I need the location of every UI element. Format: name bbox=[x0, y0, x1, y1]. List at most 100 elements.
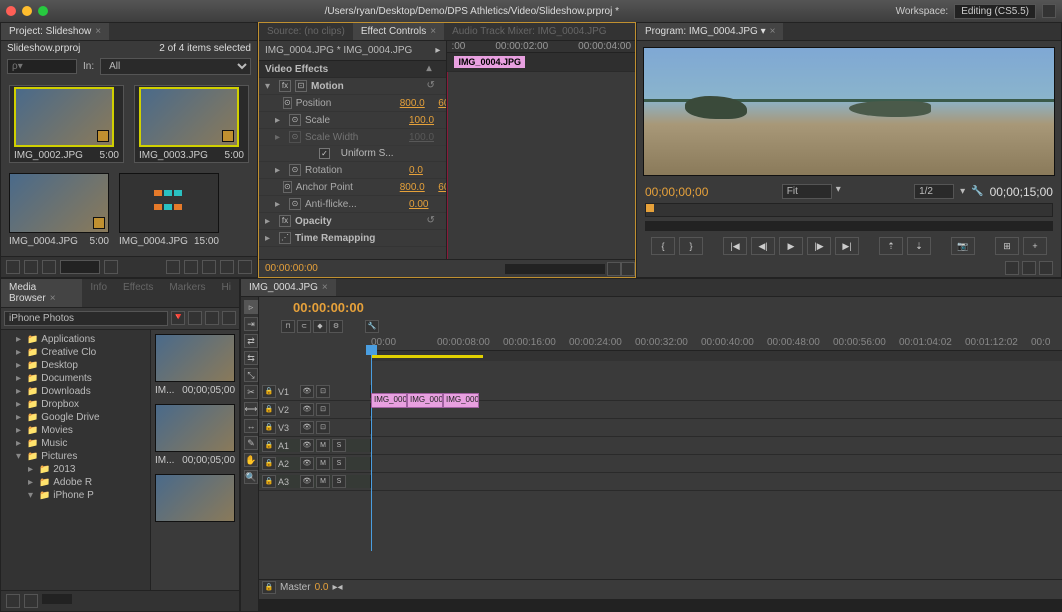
close-window[interactable] bbox=[6, 6, 16, 16]
mb-thumb-icon[interactable] bbox=[24, 594, 38, 608]
comparison-button[interactable]: ⊞ bbox=[995, 237, 1019, 255]
sort-icon[interactable] bbox=[104, 260, 118, 274]
ripple-tool[interactable]: ⇄ bbox=[244, 334, 258, 348]
lock-icon[interactable]: 🔒 bbox=[262, 457, 276, 470]
close-icon[interactable]: × bbox=[430, 26, 436, 37]
wrench-icon[interactable]: 🔧 bbox=[971, 186, 983, 197]
tab-info[interactable]: Info bbox=[82, 279, 115, 307]
timeline-playhead[interactable] bbox=[371, 351, 372, 551]
ec-timeline-clip[interactable]: IMG_0004.JPG bbox=[454, 56, 525, 68]
close-icon[interactable]: × bbox=[95, 26, 101, 37]
settings-icon[interactable]: ⚙ bbox=[329, 320, 343, 333]
tab-markers[interactable]: Markers bbox=[161, 279, 213, 307]
expand-icon[interactable]: ▸ bbox=[275, 165, 285, 176]
marker-icon[interactable]: ◆ bbox=[313, 320, 327, 333]
fit-dropdown-icon[interactable]: ▾ bbox=[836, 184, 841, 199]
toggle-track-icon[interactable]: 👁 bbox=[300, 385, 314, 398]
uniform-scale-checkbox[interactable]: ✓ bbox=[319, 148, 330, 159]
lock-icon[interactable]: 🔒 bbox=[262, 475, 276, 488]
master-expand-icon[interactable]: ▸◂ bbox=[332, 582, 342, 593]
pen-tool[interactable]: ✎ bbox=[244, 436, 258, 450]
stopwatch-icon[interactable]: ⊙ bbox=[289, 164, 301, 176]
position-x[interactable]: 800.0 bbox=[400, 98, 425, 109]
stopwatch-icon[interactable]: ⊙ bbox=[289, 198, 301, 210]
new-bin-icon[interactable] bbox=[202, 260, 216, 274]
hand-tool[interactable]: ✋ bbox=[244, 453, 258, 467]
sync-lock-icon[interactable]: ⊡ bbox=[316, 421, 330, 434]
wrench-icon[interactable]: 🔧 bbox=[365, 320, 379, 333]
tab-hi[interactable]: Hi bbox=[214, 279, 239, 307]
ec-playhead[interactable] bbox=[447, 72, 448, 259]
ec-zoom-scroll[interactable] bbox=[505, 264, 605, 274]
project-item[interactable]: IMG_0004.JPG5:00 bbox=[9, 173, 109, 247]
track-select-tool[interactable]: ⇥ bbox=[244, 317, 258, 331]
work-area-bar[interactable] bbox=[371, 355, 483, 358]
program-playhead-icon[interactable] bbox=[646, 204, 654, 212]
tab-audio-mixer[interactable]: Audio Track Mixer: IMG_0004.JPG bbox=[444, 23, 615, 40]
timeline-timecode[interactable]: 00:00:00:00 bbox=[293, 300, 364, 315]
ec-tool-icon[interactable] bbox=[621, 262, 635, 276]
folder-item[interactable]: ▸📁Creative Clo bbox=[4, 346, 147, 359]
folder-item[interactable]: ▸📁2013 bbox=[4, 463, 147, 476]
program-ruler[interactable] bbox=[645, 203, 1053, 217]
folder-item[interactable]: ▾📁Pictures bbox=[4, 450, 147, 463]
go-to-in-button[interactable]: |◀ bbox=[723, 237, 747, 255]
expand-icon[interactable]: ▸ bbox=[265, 233, 275, 244]
close-icon[interactable]: × bbox=[50, 293, 56, 304]
folder-item[interactable]: ▸📁Google Drive bbox=[4, 411, 147, 424]
mb-zoom-slider[interactable] bbox=[42, 594, 72, 604]
list-view-icon[interactable] bbox=[6, 260, 20, 274]
fx-badge-icon[interactable]: fx bbox=[279, 215, 291, 227]
lock-icon[interactable]: 🔒 bbox=[262, 385, 276, 398]
solo-button[interactable]: S bbox=[332, 457, 346, 470]
res-dropdown-icon[interactable]: ▾ bbox=[960, 186, 965, 197]
razor-tool[interactable]: ✂ bbox=[244, 385, 258, 399]
program-resolution[interactable]: 1/2 bbox=[914, 184, 954, 199]
zoom-window[interactable] bbox=[38, 6, 48, 16]
close-icon[interactable]: × bbox=[770, 26, 776, 37]
project-item[interactable]: IMG_0003.JPG5:00 bbox=[134, 85, 249, 163]
tab-source[interactable]: Source: (no clips) bbox=[259, 23, 353, 40]
scale-value[interactable]: 100.0 bbox=[409, 115, 434, 126]
mute-button[interactable]: M bbox=[316, 457, 330, 470]
tab-effect-controls[interactable]: Effect Controls× bbox=[353, 23, 444, 40]
mark-in-button[interactable]: { bbox=[651, 237, 675, 255]
freeform-view-icon[interactable] bbox=[42, 260, 56, 274]
sync-lock-icon[interactable]: ⊡ bbox=[316, 385, 330, 398]
toggle-track-icon[interactable]: 👁 bbox=[300, 475, 314, 488]
lock-icon[interactable]: 🔒 bbox=[262, 421, 276, 434]
button-editor[interactable]: + bbox=[1023, 237, 1047, 255]
chevron-icon[interactable]: ▸ bbox=[435, 45, 440, 56]
minimize-window[interactable] bbox=[22, 6, 32, 16]
solo-button[interactable]: S bbox=[332, 475, 346, 488]
go-to-out-button[interactable]: ▶| bbox=[835, 237, 859, 255]
anchor-y[interactable]: 600.0 bbox=[438, 182, 446, 193]
rate-stretch-tool[interactable]: ⤡ bbox=[244, 368, 258, 382]
find-icon[interactable] bbox=[184, 260, 198, 274]
ingest-icon[interactable] bbox=[188, 311, 202, 325]
folder-item[interactable]: ▸📁Documents bbox=[4, 372, 147, 385]
stopwatch-icon[interactable]: ⊙ bbox=[283, 97, 292, 109]
collapse-icon[interactable]: ▾ bbox=[265, 81, 275, 92]
program-tc-current[interactable]: 00;00;00;00 bbox=[645, 185, 708, 199]
program-zoom-scroll[interactable] bbox=[645, 221, 1053, 231]
media-item[interactable]: IM...00;00;05;00 bbox=[155, 404, 235, 466]
tab-program[interactable]: Program: IMG_0004.JPG ▾× bbox=[637, 23, 783, 40]
selection-tool[interactable]: ▹ bbox=[244, 300, 258, 314]
lift-button[interactable]: ⇡ bbox=[879, 237, 903, 255]
folder-item[interactable]: ▸📁Adobe R bbox=[4, 476, 147, 489]
opacity-effect[interactable]: Opacity bbox=[295, 216, 332, 227]
snap-icon[interactable]: ⊓ bbox=[281, 320, 295, 333]
media-item[interactable] bbox=[155, 474, 235, 525]
motion-effect[interactable]: Motion bbox=[311, 81, 344, 92]
directory-icon[interactable] bbox=[222, 311, 236, 325]
expand-icon[interactable]: ▸ bbox=[275, 115, 285, 126]
mb-path[interactable]: iPhone Photos bbox=[4, 311, 168, 326]
toggle-track-icon[interactable]: 👁 bbox=[300, 403, 314, 416]
mute-button[interactable]: M bbox=[316, 439, 330, 452]
tab-sequence[interactable]: IMG_0004.JPG× bbox=[241, 279, 336, 296]
tab-project[interactable]: Project: Slideshow× bbox=[1, 23, 109, 40]
time-remap-effect[interactable]: Time Remapping bbox=[295, 233, 375, 244]
rolling-tool[interactable]: ⇆ bbox=[244, 351, 258, 365]
toggle-track-icon[interactable]: 👁 bbox=[300, 421, 314, 434]
